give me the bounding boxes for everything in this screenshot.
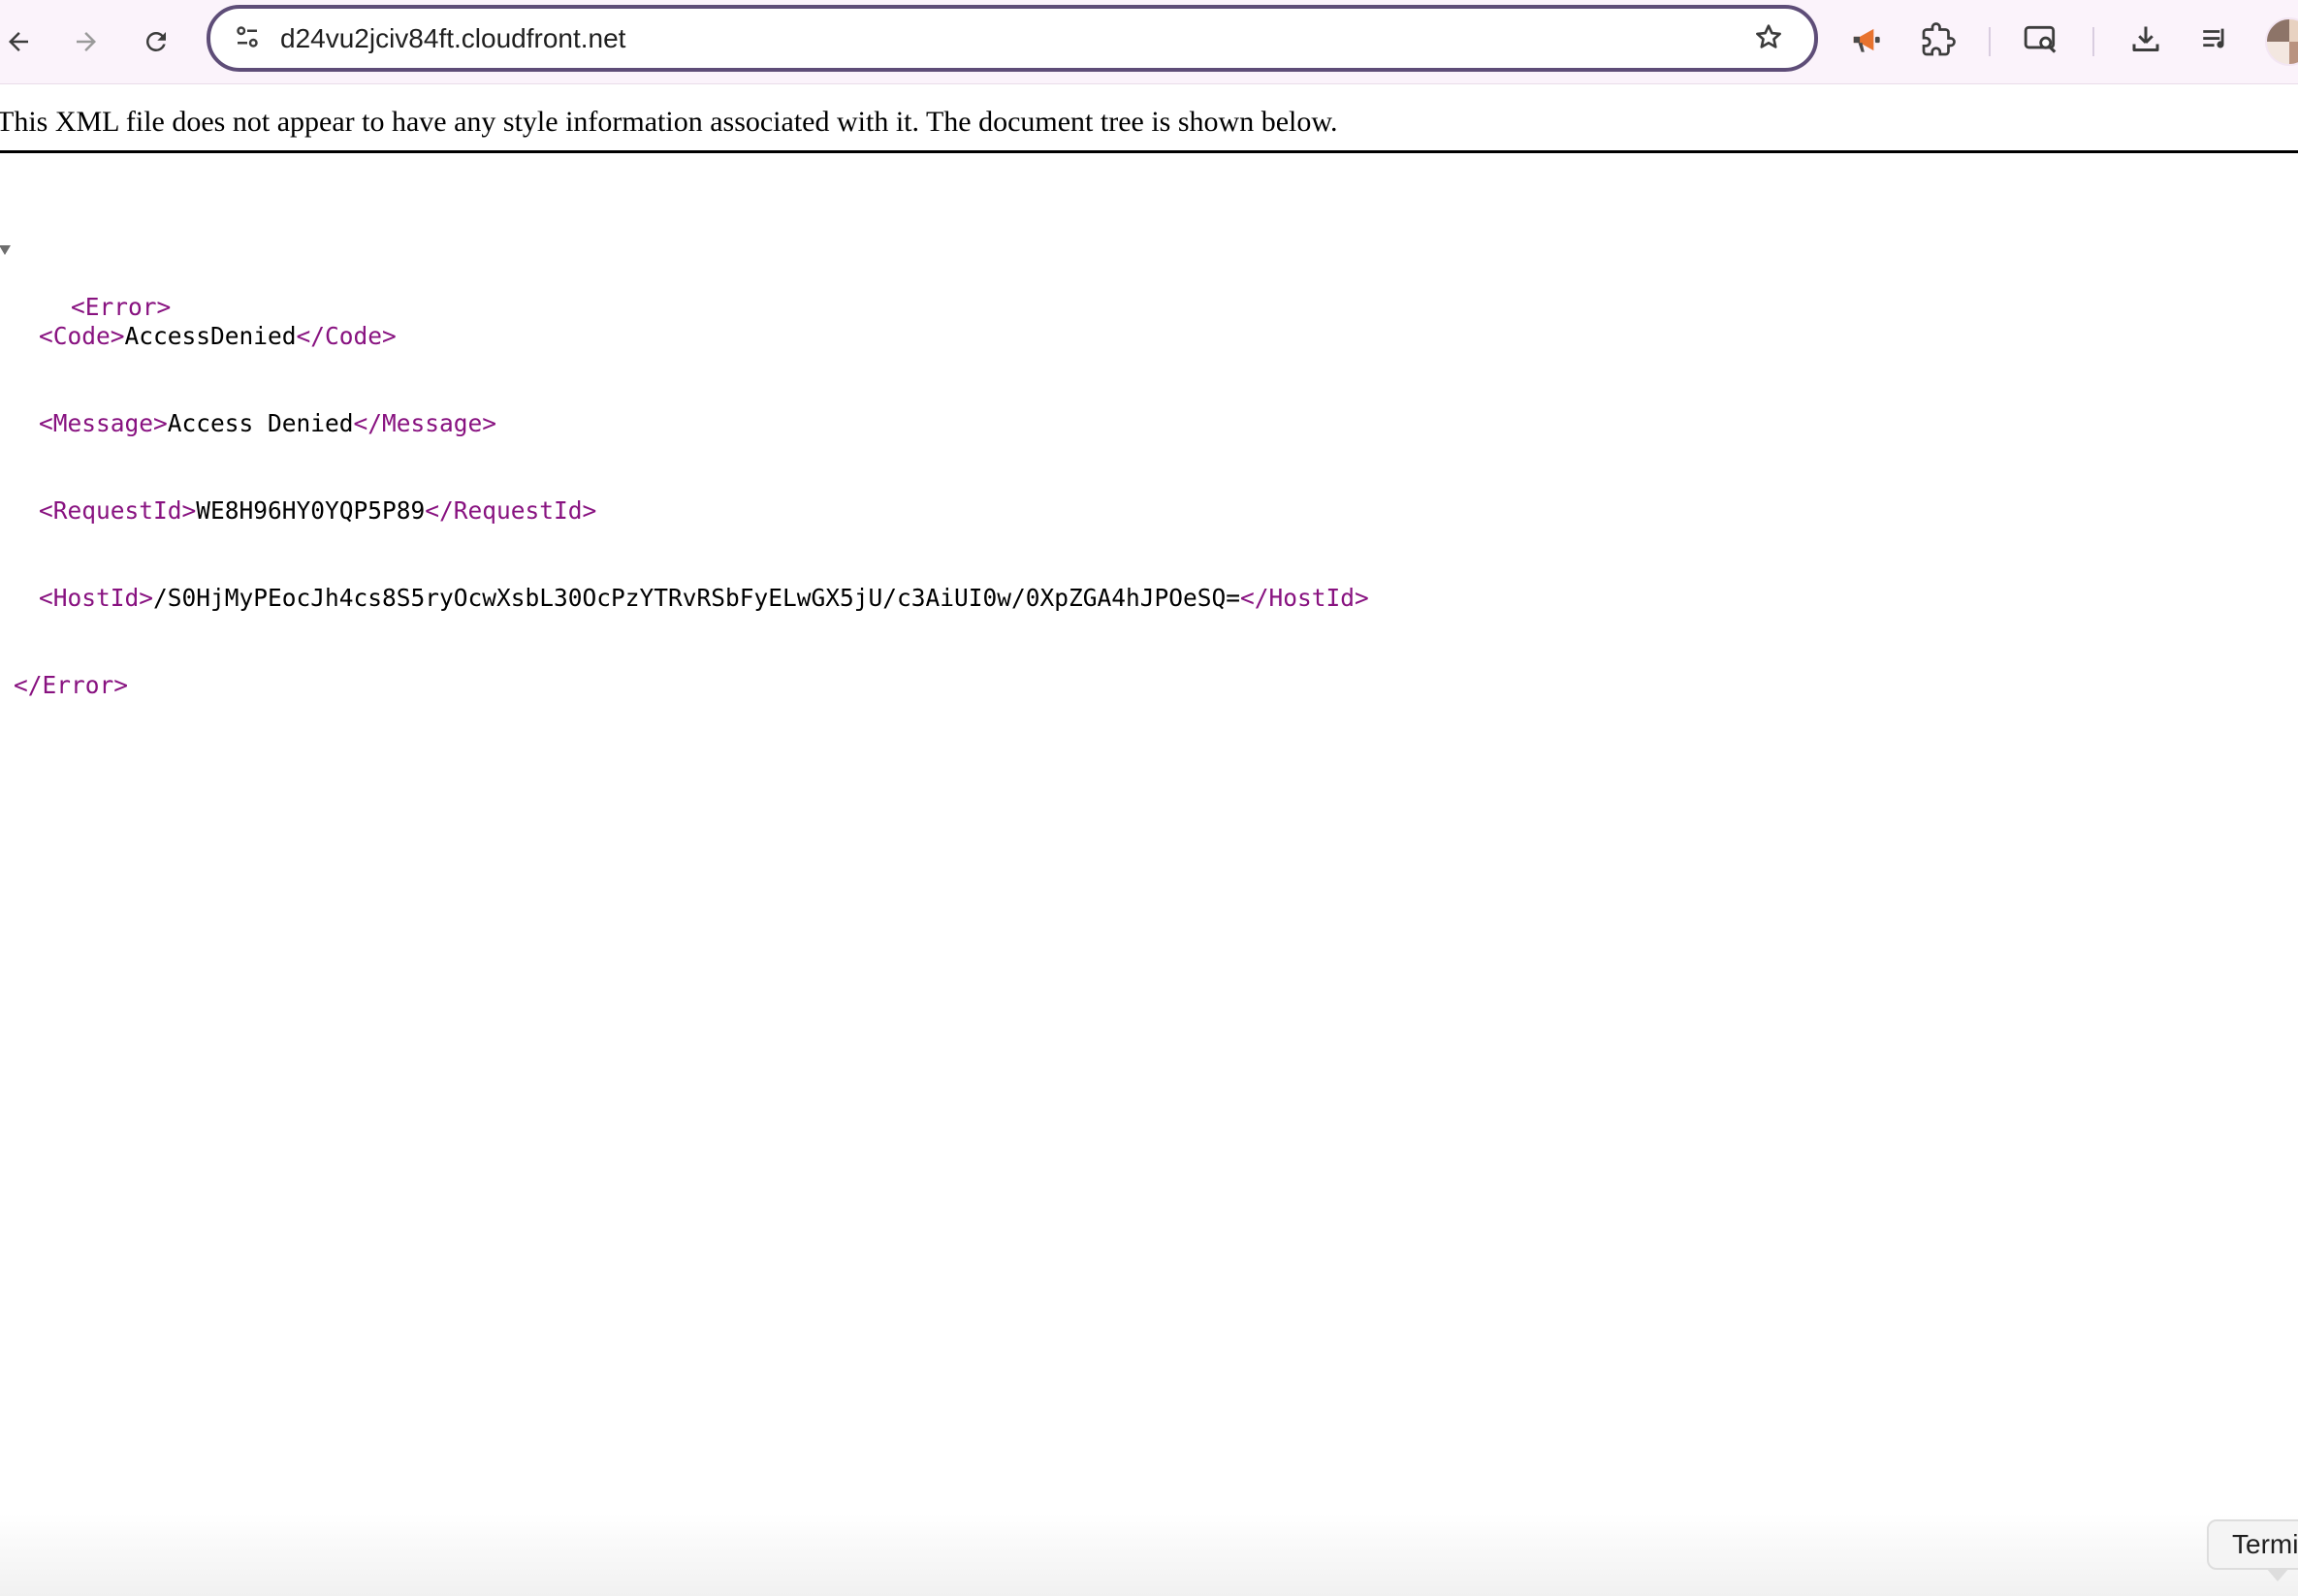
address-bar[interactable] — [207, 5, 1818, 72]
profile-avatar[interactable] — [2265, 17, 2298, 66]
reload-button[interactable] — [128, 14, 184, 70]
media-controls-button[interactable] — [2187, 14, 2244, 70]
xml-value: /S0HjMyPEocJh4cs8S5ryOcwXsbL30OcPzYTRvRS… — [153, 584, 1241, 612]
browser-toolbar — [0, 0, 2298, 84]
dock-tooltip-pointer — [2266, 1568, 2289, 1581]
xml-tag: <Message> — [39, 409, 168, 437]
xml-style-notice: This XML file does not appear to have an… — [0, 101, 2298, 153]
xml-tag: <Code> — [39, 322, 125, 350]
bookmark-button[interactable] — [1750, 20, 1787, 57]
reload-icon — [142, 27, 171, 56]
dock-tooltip: Termi — [2207, 1519, 2298, 1570]
xml-tag: </Code> — [296, 322, 397, 350]
arrow-right-icon — [72, 27, 101, 56]
announcement-extension-button[interactable] — [1839, 14, 1896, 70]
xml-tag: <Error> — [71, 293, 172, 321]
collapse-triangle-icon[interactable] — [0, 245, 11, 255]
xml-value: AccessDenied — [124, 322, 297, 350]
xml-root-open-line: <Error> — [0, 235, 1369, 321]
forward-button[interactable] — [58, 14, 114, 70]
dock-shadow — [0, 1513, 2298, 1596]
search-with-lens-button[interactable] — [2013, 14, 2069, 70]
xml-element-hostid: <HostId>/S0HjMyPEocJh4cs8S5ryOcwXsbL30Oc… — [0, 584, 1369, 613]
star-icon — [1753, 21, 1784, 57]
xml-root-close-line: </Error> — [0, 671, 1369, 700]
xml-element-requestid: <RequestId>WE8H96HY0YQP5P89</RequestId> — [0, 496, 1369, 526]
xml-document-tree: <Error> <Code>AccessDenied</Code> <Messa… — [0, 176, 1369, 729]
toolbar-divider — [2092, 27, 2094, 56]
back-button[interactable] — [0, 14, 47, 70]
url-input[interactable] — [280, 18, 1657, 59]
lens-search-icon — [2023, 21, 2059, 63]
xml-tag: </Message> — [353, 409, 497, 437]
xml-tag: </RequestId> — [425, 496, 597, 525]
extensions-button[interactable] — [1910, 14, 1966, 70]
xml-tag: </HostId> — [1240, 584, 1369, 612]
media-queue-icon — [2199, 23, 2232, 61]
xml-tag: <RequestId> — [39, 496, 197, 525]
megaphone-icon — [1849, 21, 1886, 63]
toolbar-divider — [1989, 27, 1991, 56]
xml-element-message: <Message>Access Denied</Message> — [0, 409, 1369, 438]
downloads-button[interactable] — [2118, 14, 2174, 70]
tune-icon — [233, 22, 262, 56]
site-info-button[interactable] — [230, 21, 265, 56]
puzzle-icon — [1921, 21, 1956, 62]
xml-element-code: <Code>AccessDenied</Code> — [0, 322, 1369, 351]
download-icon — [2128, 22, 2163, 62]
arrow-left-icon — [4, 27, 33, 56]
xml-tag: </Error> — [14, 671, 129, 699]
xml-value: Access Denied — [167, 409, 354, 437]
xml-tag: <HostId> — [39, 584, 154, 612]
xml-value: WE8H96HY0YQP5P89 — [196, 496, 426, 525]
